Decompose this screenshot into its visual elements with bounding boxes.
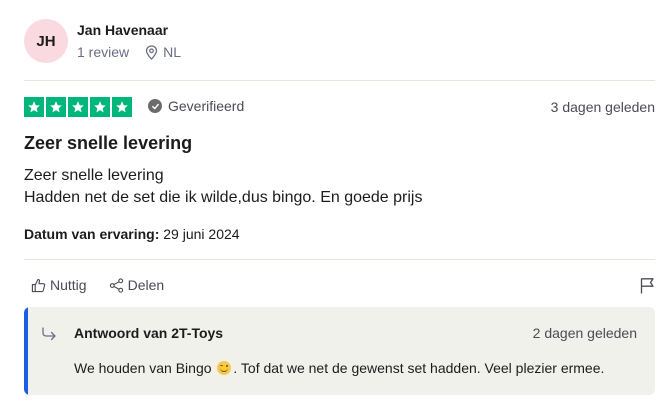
avatar[interactable]: JH [24,19,68,63]
location-pin-icon [145,44,158,60]
thumbs-up-icon [31,278,46,292]
avatar-initials: JH [36,32,56,50]
divider [24,259,655,260]
company-reply: Antwoord van 2T-Toys 2 dagen geleden We … [24,307,655,395]
star-rating [24,97,132,117]
review-card: JH Jan Havenaar 1 review NL Geverifieerd… [24,0,655,416]
experience-date: Datum van ervaring: 29 juni 2024 [24,226,240,242]
share-icon [109,277,123,293]
review-date: 3 dagen geleden [550,99,655,115]
star-icon [90,97,110,117]
reviewer-name[interactable]: Jan Havenaar [77,22,168,38]
reply-text: We houden van Bingo . Tof dat we net de … [74,360,604,376]
star-icon [68,97,88,117]
review-actions: Nuttig Delen [31,277,164,293]
reply-text-end: . Tof dat we net de gewenst set hadden. … [233,360,605,376]
flag-icon[interactable] [640,277,655,299]
star-icon [24,97,44,117]
review-count: 1 review [77,44,130,60]
check-icon [148,99,162,113]
experience-value: 29 juni 2024 [163,226,240,242]
winking-face-icon [217,361,232,375]
review-body-line: Zeer snelle levering [24,167,164,184]
experience-label: Datum van ervaring: [24,226,160,242]
reply-date: 2 dagen geleden [532,325,637,341]
review-title[interactable]: Zeer snelle levering [24,133,192,154]
reply-text-start: We houden van Bingo [74,360,212,376]
share-label: Delen [127,277,165,293]
verified-label: Geverifieerd [168,98,245,114]
reply-author: Antwoord van 2T-Toys [74,325,224,341]
review-body: Zeer snelle levering Hadden net de set d… [24,165,422,209]
useful-button[interactable]: Nuttig [31,277,87,293]
reviewer-country: NL [163,44,182,60]
divider [24,80,655,81]
reply-arrow-icon [41,326,57,347]
star-icon [112,97,132,117]
star-icon [46,97,66,117]
verified-badge[interactable]: Geverifieerd [148,98,244,114]
share-button[interactable]: Delen [109,277,165,293]
useful-label: Nuttig [50,277,87,293]
review-body-line: Hadden net de set die ik wilde,dus bingo… [24,189,423,206]
reply-accent-bar [24,307,28,395]
reviewer-meta: 1 review NL [77,44,181,60]
